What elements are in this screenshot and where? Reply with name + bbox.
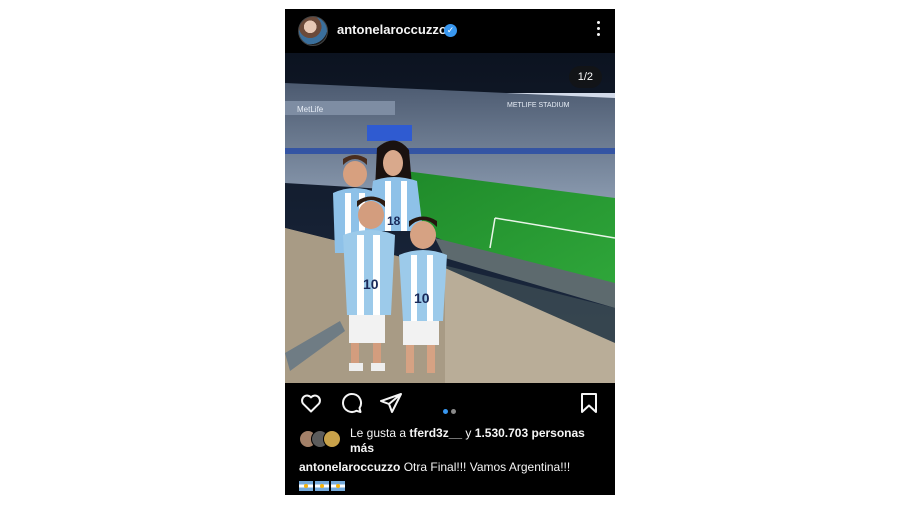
stadium-sign-text: METLIFE STADIUM <box>507 102 570 109</box>
likes-joiner: y <box>465 426 472 440</box>
jersey-number: 10 <box>363 276 379 292</box>
comment-icon[interactable] <box>339 391 363 415</box>
caption-text: Otra Final!!! Vamos Argentina!!! <box>403 460 571 474</box>
likes-summary[interactable]: Le gusta a tferd3z__ y 1.530.703 persona… <box>299 425 609 457</box>
argentina-flag-icon <box>299 481 313 491</box>
caption-flags <box>299 478 347 491</box>
slide-counter: 1/2 <box>568 66 602 88</box>
stadium-photo: METLIFE STADIUM MetLife 18 10 10 <box>285 53 615 383</box>
bookmark-icon[interactable] <box>577 391 601 415</box>
heart-icon[interactable] <box>299 391 323 415</box>
avatar <box>323 430 341 448</box>
jersey-number: 18 <box>387 214 401 228</box>
share-icon[interactable] <box>379 391 403 415</box>
instagram-post: antonelaroccuzzo ✓ METLIFE STADIUM MetLi… <box>285 9 615 495</box>
verified-badge-icon: ✓ <box>444 24 457 37</box>
action-bar <box>285 389 615 419</box>
argentina-flag-icon <box>331 481 345 491</box>
liker-avatars <box>299 430 347 448</box>
post-photo[interactable]: METLIFE STADIUM MetLife 18 10 10 1/2 <box>285 53 615 383</box>
argentina-flag-icon <box>315 481 329 491</box>
post-header: antonelaroccuzzo ✓ <box>285 9 615 53</box>
post-caption: antonelaroccuzzo Otra Final!!! Vamos Arg… <box>299 460 609 474</box>
avatar[interactable] <box>298 16 328 46</box>
likes-text: Le gusta a tferd3z__ y 1.530.703 persona… <box>350 426 606 456</box>
carousel-dots <box>443 401 459 419</box>
post-username[interactable]: antonelaroccuzzo <box>337 22 447 37</box>
caption-username[interactable]: antonelaroccuzzo <box>299 460 400 474</box>
jersey-number: 10 <box>414 290 430 306</box>
likes-user[interactable]: tferd3z__ <box>409 426 462 440</box>
likes-count[interactable]: 1.530.703 <box>475 426 528 440</box>
carousel-dot-active <box>443 409 448 414</box>
more-icon[interactable] <box>595 21 601 39</box>
likes-prefix: Le gusta a <box>350 426 407 440</box>
stadium-sign-text-2: MetLife <box>297 105 324 114</box>
carousel-dot <box>451 409 456 414</box>
